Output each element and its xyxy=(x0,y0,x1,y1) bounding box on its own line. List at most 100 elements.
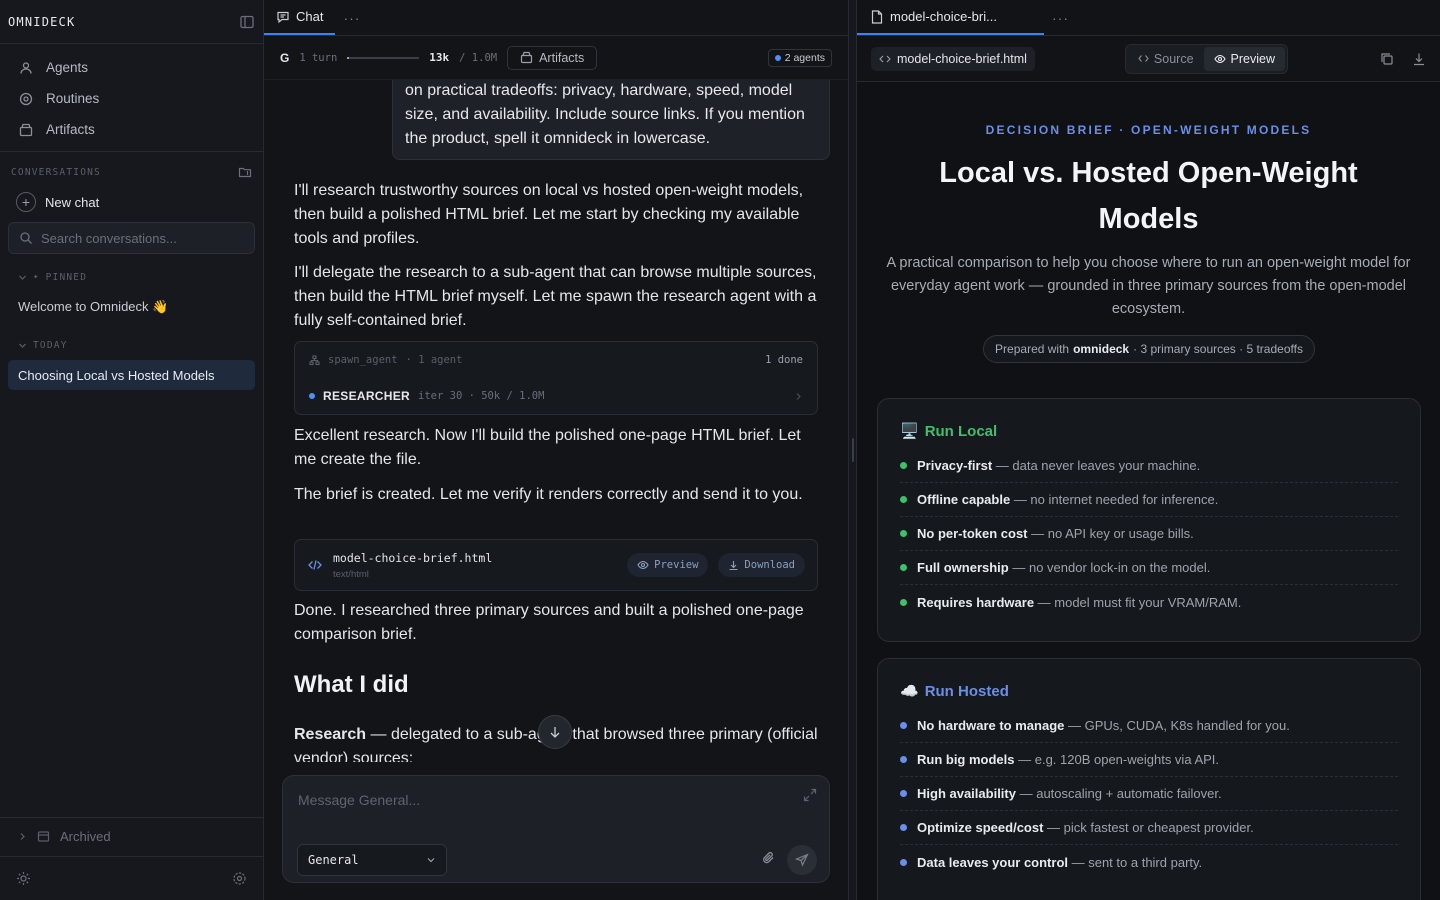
agent-meta: iter 30 · 50k / 1.0M xyxy=(418,390,545,402)
conversation-item-active[interactable]: Choosing Local vs Hosted Models xyxy=(8,360,255,390)
arrow-down-icon xyxy=(548,725,562,739)
user-message: on practical tradeoffs: privacy, hardwar… xyxy=(392,80,830,160)
sub-agent-row[interactable]: RESEARCHER iter 30 · 50k / 1.0M xyxy=(295,378,817,414)
prepared-suffix: · 3 primary sources · 5 tradeoffs xyxy=(1133,342,1303,356)
tab-file[interactable]: model-choice-bri... xyxy=(857,0,1044,35)
pinned-label: PINNED xyxy=(45,271,88,283)
card-list-item: Requires hardware — model must fit your … xyxy=(900,585,1398,619)
card-list-item: High availability — autoscaling + automa… xyxy=(900,777,1398,811)
bullet-dot xyxy=(900,530,907,537)
resize-grip[interactable] xyxy=(852,438,854,462)
file-chip-label: model-choice-brief.html xyxy=(897,51,1027,66)
sidebar: OMNIDECK Agents Routines Artifacts CONVE… xyxy=(0,0,264,900)
bullet-dot xyxy=(900,564,907,571)
collapse-sidebar-icon[interactable] xyxy=(239,14,255,30)
file-attachment-card[interactable]: model-choice-brief.html text/html Previe… xyxy=(294,539,818,591)
document-preview[interactable]: DECISION BRIEF · OPEN-WEIGHT MODELS Loca… xyxy=(857,82,1440,900)
preview-toolbar: model-choice-brief.html Source Preview xyxy=(857,36,1440,82)
sidebar-item-label: Artifacts xyxy=(46,122,95,137)
scroll-to-bottom-button[interactable] xyxy=(538,715,572,749)
theme-toggle-icon[interactable] xyxy=(16,871,31,886)
paperclip-icon[interactable] xyxy=(761,850,777,866)
tool-count: · 1 agent xyxy=(405,354,463,366)
card-list: Privacy-first — data never leaves your m… xyxy=(900,449,1398,619)
chevron-down-icon xyxy=(18,341,27,350)
message-list[interactable]: on practical tradeoffs: privacy, hardwar… xyxy=(264,80,848,762)
source-button[interactable]: Source xyxy=(1128,47,1204,71)
card-item-term: Data leaves your control xyxy=(917,854,1068,870)
new-chat-button[interactable]: + New chat xyxy=(0,186,263,218)
run-hosted-card: ☁️ Run Hosted No hardware to manage — GP… xyxy=(877,658,1421,900)
archived-label: Archived xyxy=(60,829,111,844)
agents-badge[interactable]: 2 agents xyxy=(767,48,832,67)
new-folder-icon[interactable] xyxy=(238,165,252,179)
send-button[interactable] xyxy=(787,845,817,875)
tab-more-icon[interactable]: ··· xyxy=(1044,0,1077,35)
bullet-dot xyxy=(900,756,907,763)
today-group-header[interactable]: TODAY xyxy=(0,334,263,356)
card-list: No hardware to manage — GPUs, CUDA, K8s … xyxy=(900,709,1398,879)
card-item-text: Data leaves your control — sent to a thi… xyxy=(917,855,1202,870)
sidebar-header: OMNIDECK xyxy=(0,0,263,44)
sidebar-item-artifacts[interactable]: Artifacts xyxy=(8,114,255,145)
preview-button[interactable]: Preview xyxy=(627,553,709,577)
card-item-text: Privacy-first — data never leaves your m… xyxy=(917,458,1200,473)
card-item-detail: — no API key or usage bills. xyxy=(1027,526,1194,541)
tab-more-icon[interactable]: ··· xyxy=(335,0,368,35)
conversations-header: CONVERSATIONS xyxy=(0,158,263,186)
settings-gear-icon[interactable] xyxy=(232,871,247,886)
assistant-message: I'll research trustworthy sources on loc… xyxy=(294,182,804,247)
search-input[interactable]: Search conversations... xyxy=(8,222,255,254)
source-label: Source xyxy=(1153,51,1194,66)
tool-status: 1 done xyxy=(765,354,803,366)
card-item-detail: — data never leaves your machine. xyxy=(992,458,1201,473)
card-item-term: Full ownership xyxy=(917,560,1009,575)
eye-icon xyxy=(1213,53,1226,65)
artifacts-button[interactable]: Artifacts xyxy=(507,45,598,70)
card-list-item: No per-token cost — no API key or usage … xyxy=(900,517,1398,551)
model-indicator: G xyxy=(280,50,290,65)
profile-select[interactable]: General xyxy=(297,844,447,876)
view-mode-toggle: Source Preview xyxy=(1124,43,1288,74)
plus-icon: + xyxy=(16,192,36,212)
card-heading: ☁️ Run Hosted xyxy=(900,679,1398,703)
prepared-prefix: Prepared with xyxy=(995,342,1070,356)
copy-icon[interactable] xyxy=(1380,52,1394,66)
assistant-message: Done. I researched three primary sources… xyxy=(294,602,804,643)
expand-icon[interactable] xyxy=(803,788,817,802)
tab-chat[interactable]: Chat xyxy=(264,0,336,35)
context-progress-bar xyxy=(347,56,420,59)
card-item-term: Requires hardware xyxy=(917,594,1035,610)
download-button[interactable]: Download xyxy=(718,553,805,577)
conversation-item[interactable]: Welcome to Omnideck 👋 xyxy=(8,292,255,322)
card-item-text: No per-token cost — no API key or usage … xyxy=(917,526,1194,541)
doc-subtitle: A practical comparison to help you choos… xyxy=(886,255,1411,317)
file-chip: model-choice-brief.html xyxy=(871,46,1035,71)
pinned-group-header[interactable]: ✦ PINNED xyxy=(0,266,263,288)
download-icon[interactable] xyxy=(1412,52,1426,66)
code-icon xyxy=(879,53,891,65)
card-item-detail: — no internet needed for inference. xyxy=(1010,492,1219,507)
sidebar-item-routines[interactable]: Routines xyxy=(8,83,255,114)
chevron-right-icon xyxy=(18,832,27,841)
status-dot xyxy=(774,54,781,61)
archived-section[interactable]: Archived xyxy=(0,817,263,855)
pin-icon: ✦ xyxy=(33,272,40,282)
sidebar-nav: Agents Routines Artifacts xyxy=(0,44,263,152)
file-type: text/html xyxy=(333,568,369,580)
preview-tabbar: model-choice-bri... ··· xyxy=(857,0,1440,36)
sidebar-item-agents[interactable]: Agents xyxy=(8,52,255,83)
card-item-term: Privacy-first xyxy=(917,458,993,473)
file-info: model-choice-brief.html text/html xyxy=(333,551,492,580)
conversation-title: Welcome to Omnideck 👋 xyxy=(18,299,169,314)
today-label: TODAY xyxy=(33,339,68,351)
chevron-down-icon xyxy=(18,273,27,282)
agents-label: 2 agents xyxy=(784,51,825,64)
panel-resize-handle[interactable] xyxy=(848,0,857,900)
tool-call-card[interactable]: spawn_agent · 1 agent 1 done RESEARCHER … xyxy=(294,341,818,415)
card-item-term: Run big models xyxy=(917,752,1015,767)
card-item-term: No per-token cost xyxy=(917,526,1028,541)
tab-label: Chat xyxy=(296,9,324,24)
preview-mode-button[interactable]: Preview xyxy=(1203,46,1285,71)
message-composer[interactable]: Message General... General xyxy=(282,775,830,883)
